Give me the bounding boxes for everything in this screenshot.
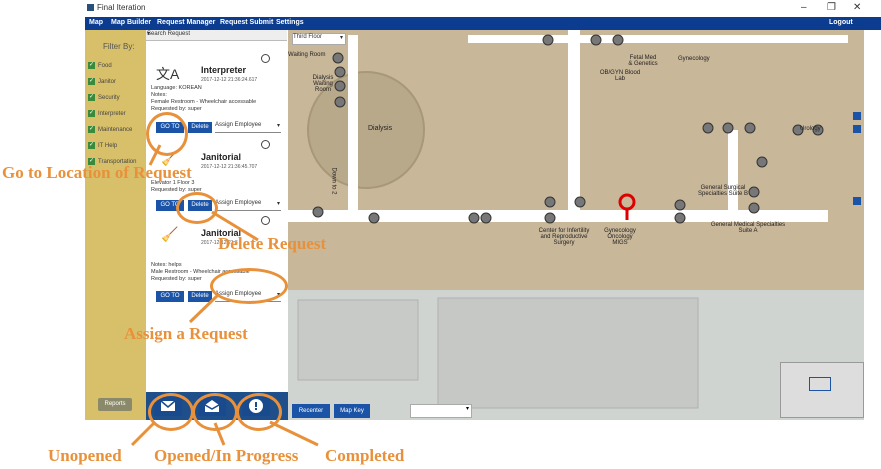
annotation-unopened: Unopened <box>48 446 122 465</box>
annotation-in-progress: Opened/In Progress <box>154 446 299 465</box>
annotation-completed: Completed <box>325 446 405 465</box>
annotation-delete: Delete Request <box>218 234 327 253</box>
app-root: Final Iteration – ❐ ✕ Map Map Builder Re… <box>0 0 881 469</box>
annotation-arrows <box>130 144 319 447</box>
annotation-assign: Assign a Request <box>124 324 248 343</box>
annotation-goto: Go to Location of Request <box>2 163 192 182</box>
